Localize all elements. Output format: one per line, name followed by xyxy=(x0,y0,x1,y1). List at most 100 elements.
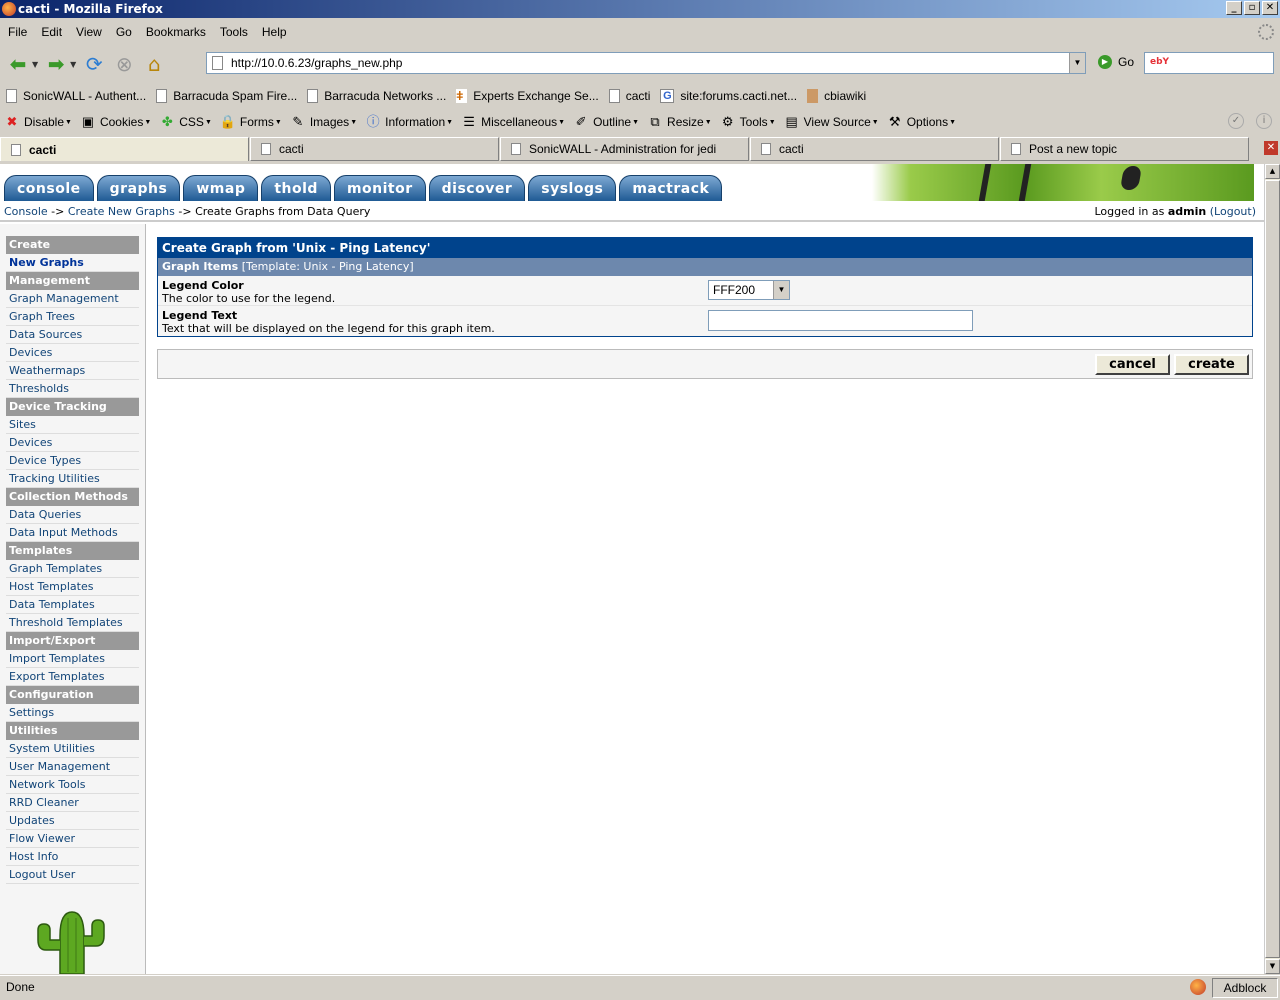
maximize-button[interactable]: ▫ xyxy=(1244,1,1260,15)
sidebar-item-system-utilities[interactable]: System Utilities xyxy=(6,740,139,758)
wd-css[interactable]: ✤ CSS ▼ xyxy=(159,114,212,130)
tab-syslogs[interactable]: syslogs xyxy=(528,175,617,201)
breadcrumb-console[interactable]: Console xyxy=(4,205,48,218)
sidebar-item-data-sources[interactable]: Data Sources xyxy=(6,326,139,344)
stop-icon[interactable]: ⊗ xyxy=(112,52,136,76)
menu-file[interactable]: File xyxy=(4,25,31,39)
wd-images[interactable]: ✎ Images ▼ xyxy=(290,114,357,130)
info-icon[interactable]: i xyxy=(1256,113,1272,129)
tab-cacti[interactable]: cacti xyxy=(250,137,499,161)
sidebar-item-user-management[interactable]: User Management xyxy=(6,758,139,776)
url-bar[interactable]: http://10.0.6.23/graphs_new.php ▼ xyxy=(206,52,1086,74)
back-dropdown-icon[interactable]: ▼ xyxy=(32,60,38,69)
menu-edit[interactable]: Edit xyxy=(37,25,66,39)
sidebar-item-new-graphs[interactable]: New Graphs xyxy=(6,254,139,272)
reload-icon[interactable]: ⟳ xyxy=(82,52,106,76)
tab-discover[interactable]: discover xyxy=(428,175,526,201)
sidebar-item-settings[interactable]: Settings xyxy=(6,704,139,722)
bookmark-item[interactable]: cbiawiki xyxy=(807,89,866,103)
menu-bookmarks[interactable]: Bookmarks xyxy=(142,25,210,39)
sidebar-item-sites[interactable]: Sites xyxy=(6,416,139,434)
scroll-thumb[interactable] xyxy=(1265,180,1280,958)
wd-resize[interactable]: ⧉ Resize ▼ xyxy=(647,114,711,130)
sidebar-item-devices[interactable]: Devices xyxy=(6,434,139,452)
firefox-status-icon[interactable] xyxy=(1190,979,1206,995)
wd-information[interactable]: ⓘ Information ▼ xyxy=(365,114,453,130)
sidebar-item-data-input-methods[interactable]: Data Input Methods xyxy=(6,524,139,542)
legend-color-label: Legend Color xyxy=(162,279,244,292)
sidebar-item-export-templates[interactable]: Export Templates xyxy=(6,668,139,686)
bookmark-item[interactable]: Gsite:forums.cacti.net... xyxy=(660,89,797,103)
sidebar-item-weathermaps[interactable]: Weathermaps xyxy=(6,362,139,380)
wd-options[interactable]: ⚒ Options ▼ xyxy=(887,114,956,130)
tab-console[interactable]: console xyxy=(4,175,94,201)
logout-link[interactable]: (Logout) xyxy=(1210,205,1256,218)
close-button[interactable]: ✕ xyxy=(1262,1,1278,15)
sidebar-item-threshold-templates[interactable]: Threshold Templates xyxy=(6,614,139,632)
sidebar-item-tracking-utilities[interactable]: Tracking Utilities xyxy=(6,470,139,488)
validate-icon[interactable]: ✓ xyxy=(1228,113,1244,129)
wd-miscellaneous[interactable]: ☰ Miscellaneous ▼ xyxy=(461,114,565,130)
breadcrumb-create-new-graphs[interactable]: Create New Graphs xyxy=(68,205,175,218)
wd-cookies[interactable]: ▣ Cookies ▼ xyxy=(80,114,151,130)
bookmark-item[interactable]: SonicWALL - Authent... xyxy=(6,89,146,103)
wd-outline[interactable]: ✐ Outline ▼ xyxy=(573,114,639,130)
url-dropdown-icon[interactable]: ▼ xyxy=(1069,53,1085,73)
sidebar-item-graph-templates[interactable]: Graph Templates xyxy=(6,560,139,578)
sidebar-item-updates[interactable]: Updates xyxy=(6,812,139,830)
sidebar-item-flow-viewer[interactable]: Flow Viewer xyxy=(6,830,139,848)
go-button[interactable]: ▶ Go xyxy=(1098,55,1134,69)
menu-view[interactable]: View xyxy=(72,25,106,39)
sidebar-item-import-templates[interactable]: Import Templates xyxy=(6,650,139,668)
legend-color-select[interactable]: FFF200 ▼ xyxy=(708,280,790,300)
forward-icon[interactable]: ➡ xyxy=(44,52,68,76)
sidebar-item-logout-user[interactable]: Logout User xyxy=(6,866,139,884)
sidebar-item-thresholds[interactable]: Thresholds xyxy=(6,380,139,398)
sidebar-item-data-templates[interactable]: Data Templates xyxy=(6,596,139,614)
adblock-button[interactable]: Adblock xyxy=(1212,978,1278,998)
legend-text-input[interactable] xyxy=(708,310,973,331)
tab-graphs[interactable]: graphs xyxy=(96,175,181,201)
tab-cacti-active[interactable]: cacti xyxy=(0,137,249,161)
scroll-down-icon[interactable]: ▼ xyxy=(1265,959,1280,974)
bookmark-item[interactable]: Barracuda Networks ... xyxy=(307,89,446,103)
sidebar-item-device-types[interactable]: Device Types xyxy=(6,452,139,470)
wd-disable[interactable]: ✖ Disable ▼ xyxy=(4,114,72,130)
sidebar-item-devices[interactable]: Devices xyxy=(6,344,139,362)
sidebar-item-graph-trees[interactable]: Graph Trees xyxy=(6,308,139,326)
sidebar-item-data-queries[interactable]: Data Queries xyxy=(6,506,139,524)
menu-go[interactable]: Go xyxy=(112,25,136,39)
menu-tools[interactable]: Tools xyxy=(216,25,252,39)
sidebar-item-host-templates[interactable]: Host Templates xyxy=(6,578,139,596)
sidebar-item-host-info[interactable]: Host Info xyxy=(6,848,139,866)
wd-forms[interactable]: 🔒 Forms ▼ xyxy=(220,114,282,130)
bookmark-item[interactable]: ǂ Experts Exchange Se... xyxy=(456,89,599,103)
back-icon[interactable]: ⬅ xyxy=(6,52,30,76)
legend-color-desc: The color to use for the legend. xyxy=(162,292,336,305)
home-icon[interactable]: ⌂ xyxy=(142,52,166,76)
tab-post-topic[interactable]: Post a new topic xyxy=(1000,137,1249,161)
tab-wmap[interactable]: wmap xyxy=(183,175,259,201)
vertical-scrollbar[interactable]: ▲ ▼ xyxy=(1264,164,1280,974)
close-tab-icon[interactable]: ✕ xyxy=(1264,141,1278,155)
cancel-button[interactable]: cancel xyxy=(1095,354,1170,375)
sidebar-item-graph-management[interactable]: Graph Management xyxy=(6,290,139,308)
sidebar-item-rrd-cleaner[interactable]: RRD Cleaner xyxy=(6,794,139,812)
create-button[interactable]: create xyxy=(1174,354,1249,375)
tab-monitor[interactable]: monitor xyxy=(333,175,426,201)
menu-help[interactable]: Help xyxy=(258,25,291,39)
wd-view-source[interactable]: ▤ View Source ▼ xyxy=(784,114,878,130)
tab-thold[interactable]: thold xyxy=(261,175,331,201)
scroll-up-icon[interactable]: ▲ xyxy=(1265,164,1280,179)
tab-mactrack[interactable]: mactrack xyxy=(619,175,723,201)
tab-sonicwall[interactable]: SonicWALL - Administration for jedi xyxy=(500,137,749,161)
wd-tools[interactable]: ⚙ Tools ▼ xyxy=(720,114,776,130)
bookmark-item[interactable]: cacti xyxy=(608,89,650,103)
tab-cacti-2[interactable]: cacti xyxy=(750,137,999,161)
minimize-button[interactable]: _ xyxy=(1226,1,1242,15)
forward-dropdown-icon[interactable]: ▼ xyxy=(70,60,76,69)
sidebar-item-network-tools[interactable]: Network Tools xyxy=(6,776,139,794)
search-input[interactable]: ebY xyxy=(1144,52,1274,74)
chevron-down-icon[interactable]: ▼ xyxy=(773,281,789,299)
bookmark-item[interactable]: Barracuda Spam Fire... xyxy=(156,89,297,103)
